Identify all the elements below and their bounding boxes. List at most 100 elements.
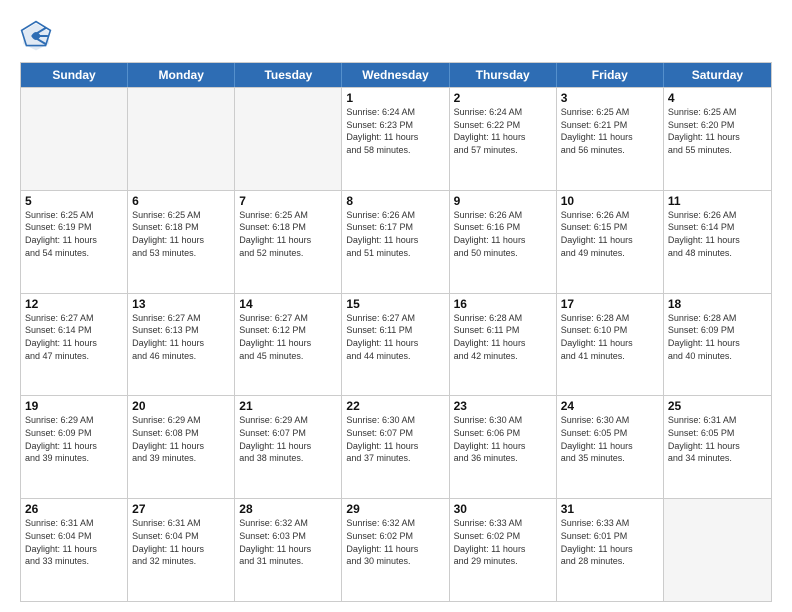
day-number: 2 xyxy=(454,91,552,105)
cell-text-line: Sunrise: 6:27 AM xyxy=(132,313,230,325)
cell-text-line: Daylight: 11 hours xyxy=(25,235,123,247)
day-number: 29 xyxy=(346,502,444,516)
cell-text-line: and 32 minutes. xyxy=(132,556,230,568)
cell-text-line: Sunrise: 6:26 AM xyxy=(346,210,444,222)
day-number: 11 xyxy=(668,194,767,208)
cell-text-line: and 41 minutes. xyxy=(561,351,659,363)
cell-text-line: and 34 minutes. xyxy=(668,453,767,465)
cell-text-line: Sunset: 6:04 PM xyxy=(25,531,123,543)
cell-text-line: Sunrise: 6:30 AM xyxy=(454,415,552,427)
cell-text-line: Daylight: 11 hours xyxy=(668,132,767,144)
cell-text-line: Daylight: 11 hours xyxy=(25,544,123,556)
cell-text-line: Sunrise: 6:28 AM xyxy=(454,313,552,325)
calendar-header: SundayMondayTuesdayWednesdayThursdayFrid… xyxy=(21,63,771,87)
day-number: 17 xyxy=(561,297,659,311)
cell-text-line: Sunset: 6:18 PM xyxy=(132,222,230,234)
cell-text-line: and 44 minutes. xyxy=(346,351,444,363)
day-header-friday: Friday xyxy=(557,63,664,87)
cell-text-line: Sunset: 6:06 PM xyxy=(454,428,552,440)
day-cell-23: 23Sunrise: 6:30 AMSunset: 6:06 PMDayligh… xyxy=(450,396,557,498)
cell-text-line: Sunset: 6:22 PM xyxy=(454,120,552,132)
day-cell-18: 18Sunrise: 6:28 AMSunset: 6:09 PMDayligh… xyxy=(664,294,771,396)
day-number: 5 xyxy=(25,194,123,208)
cell-text-line: and 35 minutes. xyxy=(561,453,659,465)
cell-text-line: Sunset: 6:05 PM xyxy=(561,428,659,440)
day-cell-20: 20Sunrise: 6:29 AMSunset: 6:08 PMDayligh… xyxy=(128,396,235,498)
cell-text-line: and 58 minutes. xyxy=(346,145,444,157)
cell-text-line: Sunset: 6:02 PM xyxy=(346,531,444,543)
cell-text-line: Daylight: 11 hours xyxy=(561,338,659,350)
day-cell-5: 5Sunrise: 6:25 AMSunset: 6:19 PMDaylight… xyxy=(21,191,128,293)
cell-text-line: Sunrise: 6:31 AM xyxy=(668,415,767,427)
day-cell-1: 1Sunrise: 6:24 AMSunset: 6:23 PMDaylight… xyxy=(342,88,449,190)
cell-text-line: Sunrise: 6:27 AM xyxy=(25,313,123,325)
cell-text-line: Daylight: 11 hours xyxy=(132,235,230,247)
cell-text-line: Sunrise: 6:33 AM xyxy=(454,518,552,530)
cell-text-line: Sunrise: 6:30 AM xyxy=(561,415,659,427)
cell-text-line: Daylight: 11 hours xyxy=(132,338,230,350)
calendar-row-4: 19Sunrise: 6:29 AMSunset: 6:09 PMDayligh… xyxy=(21,395,771,498)
cell-text-line: Sunrise: 6:28 AM xyxy=(668,313,767,325)
cell-text-line: Sunrise: 6:26 AM xyxy=(668,210,767,222)
day-number: 16 xyxy=(454,297,552,311)
cell-text-line: and 49 minutes. xyxy=(561,248,659,260)
day-number: 1 xyxy=(346,91,444,105)
day-number: 22 xyxy=(346,399,444,413)
cell-text-line: Daylight: 11 hours xyxy=(454,544,552,556)
day-cell-11: 11Sunrise: 6:26 AMSunset: 6:14 PMDayligh… xyxy=(664,191,771,293)
day-number: 6 xyxy=(132,194,230,208)
cell-text-line: Sunset: 6:18 PM xyxy=(239,222,337,234)
cell-text-line: and 48 minutes. xyxy=(668,248,767,260)
day-cell-26: 26Sunrise: 6:31 AMSunset: 6:04 PMDayligh… xyxy=(21,499,128,601)
cell-text-line: Sunrise: 6:26 AM xyxy=(561,210,659,222)
cell-text-line: and 57 minutes. xyxy=(454,145,552,157)
cell-text-line: Daylight: 11 hours xyxy=(25,441,123,453)
cell-text-line: Sunrise: 6:25 AM xyxy=(668,107,767,119)
day-number: 28 xyxy=(239,502,337,516)
cell-text-line: Sunrise: 6:25 AM xyxy=(239,210,337,222)
day-header-saturday: Saturday xyxy=(664,63,771,87)
cell-text-line: Daylight: 11 hours xyxy=(25,338,123,350)
cell-text-line: Sunrise: 6:24 AM xyxy=(454,107,552,119)
cell-text-line: Sunrise: 6:29 AM xyxy=(25,415,123,427)
cell-text-line: and 36 minutes. xyxy=(454,453,552,465)
day-number: 19 xyxy=(25,399,123,413)
cell-text-line: Daylight: 11 hours xyxy=(346,338,444,350)
day-cell-25: 25Sunrise: 6:31 AMSunset: 6:05 PMDayligh… xyxy=(664,396,771,498)
cell-text-line: and 42 minutes. xyxy=(454,351,552,363)
day-header-monday: Monday xyxy=(128,63,235,87)
cell-text-line: Daylight: 11 hours xyxy=(239,544,337,556)
cell-text-line: Sunset: 6:09 PM xyxy=(25,428,123,440)
day-number: 30 xyxy=(454,502,552,516)
day-number: 14 xyxy=(239,297,337,311)
cell-text-line: Sunrise: 6:27 AM xyxy=(239,313,337,325)
day-cell-24: 24Sunrise: 6:30 AMSunset: 6:05 PMDayligh… xyxy=(557,396,664,498)
day-number: 31 xyxy=(561,502,659,516)
cell-text-line: and 28 minutes. xyxy=(561,556,659,568)
day-cell-7: 7Sunrise: 6:25 AMSunset: 6:18 PMDaylight… xyxy=(235,191,342,293)
cell-text-line: and 31 minutes. xyxy=(239,556,337,568)
cell-text-line: Sunset: 6:19 PM xyxy=(25,222,123,234)
logo-icon xyxy=(20,20,52,52)
cell-text-line: Sunrise: 6:33 AM xyxy=(561,518,659,530)
day-number: 21 xyxy=(239,399,337,413)
cell-text-line: Sunset: 6:09 PM xyxy=(668,325,767,337)
cell-text-line: and 52 minutes. xyxy=(239,248,337,260)
cell-text-line: Daylight: 11 hours xyxy=(668,338,767,350)
cell-text-line: Sunrise: 6:31 AM xyxy=(25,518,123,530)
day-number: 12 xyxy=(25,297,123,311)
cell-text-line: Sunset: 6:13 PM xyxy=(132,325,230,337)
cell-text-line: Sunset: 6:02 PM xyxy=(454,531,552,543)
cell-text-line: Sunset: 6:11 PM xyxy=(346,325,444,337)
day-cell-15: 15Sunrise: 6:27 AMSunset: 6:11 PMDayligh… xyxy=(342,294,449,396)
cell-text-line: and 33 minutes. xyxy=(25,556,123,568)
cell-text-line: Daylight: 11 hours xyxy=(561,441,659,453)
cell-text-line: Daylight: 11 hours xyxy=(454,338,552,350)
day-number: 27 xyxy=(132,502,230,516)
day-cell-6: 6Sunrise: 6:25 AMSunset: 6:18 PMDaylight… xyxy=(128,191,235,293)
cell-text-line: Sunrise: 6:26 AM xyxy=(454,210,552,222)
day-number: 13 xyxy=(132,297,230,311)
day-cell-27: 27Sunrise: 6:31 AMSunset: 6:04 PMDayligh… xyxy=(128,499,235,601)
cell-text-line: Sunset: 6:12 PM xyxy=(239,325,337,337)
calendar: SundayMondayTuesdayWednesdayThursdayFrid… xyxy=(20,62,772,602)
